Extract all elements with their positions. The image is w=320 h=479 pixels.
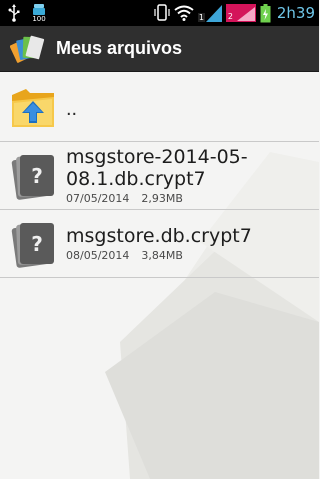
my-files-app-icon[interactable] <box>9 34 46 64</box>
phone-vibrate-icon <box>154 4 170 22</box>
page-title: Meus arquivos <box>56 38 183 58</box>
file-size: 3,84MB <box>141 249 183 262</box>
unknown-file-icon: ? <box>8 218 60 270</box>
list-item[interactable]: ? msgstore.db.crypt7 08/05/2014 3,84MB <box>0 210 319 278</box>
action-bar: Meus arquivos <box>0 26 319 72</box>
file-name: msgstore-2014-05-08.1.db.crypt7 <box>66 146 248 190</box>
file-name: msgstore.db.crypt7 <box>66 225 252 247</box>
file-size: 2,93MB <box>141 192 183 205</box>
file-list: .. ? msgstore-2014-05-08.1.db.crypt7 07/… <box>0 72 319 278</box>
unknown-file-icon: ? <box>8 150 60 202</box>
signal-sim1-icon: 1 <box>197 4 222 22</box>
parent-folder-label: .. <box>66 98 78 120</box>
wifi-icon <box>174 5 194 21</box>
status-bar: 100 1 2 2h39 <box>0 0 319 26</box>
file-date: 08/05/2014 <box>66 249 130 262</box>
svg-text:?: ? <box>31 164 43 188</box>
clock-time: 2h39 <box>276 4 315 22</box>
sim2-label: 2 <box>227 11 233 21</box>
storage-label: 100 <box>32 14 46 23</box>
svg-text:?: ? <box>31 232 43 256</box>
signal-sim2-icon: 2 <box>225 4 256 22</box>
storage-icon: 100 <box>32 3 46 23</box>
usb-icon <box>8 4 20 22</box>
list-item[interactable]: ? msgstore-2014-05-08.1.db.crypt7 07/05/… <box>0 142 319 210</box>
sim1-label: 1 <box>198 13 204 22</box>
folder-up-icon <box>8 81 60 133</box>
battery-icon <box>260 3 271 23</box>
file-date: 07/05/2014 <box>66 192 130 205</box>
list-item-parent-folder[interactable]: .. <box>0 72 319 142</box>
